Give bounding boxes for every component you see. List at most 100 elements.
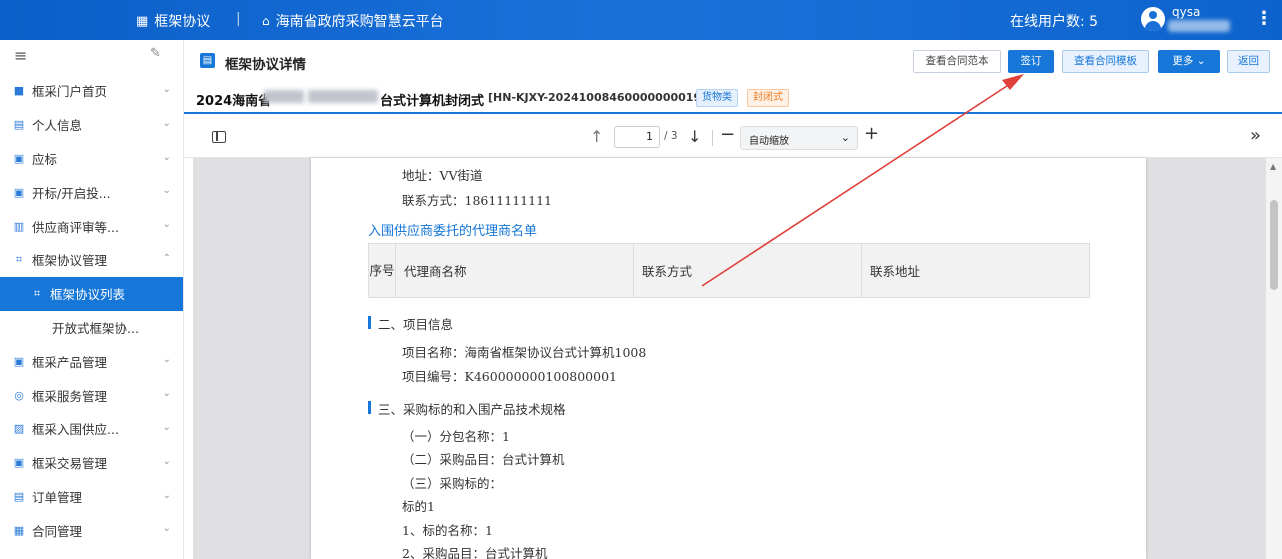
bid-icon: ▣ xyxy=(13,151,25,165)
chevron-down-icon: ⌄ xyxy=(162,117,171,129)
redaction-mask xyxy=(264,90,304,103)
chevron-down-icon: ⌄ xyxy=(840,131,850,144)
zoom-in-icon[interactable]: + xyxy=(864,123,879,144)
pin-icon[interactable]: ✎ xyxy=(150,46,161,61)
username-mask xyxy=(1168,20,1230,32)
chevron-down-icon: ⌄ xyxy=(162,354,171,366)
sidebar-item-label: 合同管理 xyxy=(32,523,83,539)
username[interactable]: qysa xyxy=(1172,5,1200,19)
grid-icon: ■ xyxy=(13,84,25,98)
sidebar-item-bid[interactable]: ▣ 应标 ⌄ xyxy=(0,142,183,176)
zoom-out-icon[interactable]: − xyxy=(720,124,735,145)
chevron-down-icon: ⌄ xyxy=(162,185,171,197)
subject-name: 1、标的名称：1 xyxy=(402,523,493,538)
page-number-input[interactable]: 1 xyxy=(614,126,660,148)
sidebar-item-agreement-list[interactable]: ⌗ 框架协议列表 xyxy=(0,276,183,311)
sidebar-item-shortlisted-suppliers[interactable]: ▨ 框采入围供应... ⌄ xyxy=(0,412,183,446)
type-tag: 封闭式 xyxy=(747,89,789,107)
sidebar-item-product-management[interactable]: ▣ 框采产品管理 ⌄ xyxy=(0,344,183,378)
arrow-up-icon[interactable]: ↑ xyxy=(590,127,603,146)
sidebar-header: ≡ ✎ xyxy=(0,40,183,74)
top-bar: ▦ 框架协议 | ⌂ 海南省政府采购智慧云平台 在线用户数: 5 qysa ⋮ xyxy=(0,0,1282,40)
sidebar-item-label: 框采服务管理 xyxy=(32,388,108,404)
document-icon: ▤ xyxy=(200,53,215,68)
project-title-suffix: 台式计算机封闭式 xyxy=(380,94,485,109)
more-vertical-icon[interactable]: ⋮ xyxy=(1255,9,1273,29)
sidebar-item-label: 框采门户首页 xyxy=(32,84,108,100)
section-marker xyxy=(368,316,371,329)
view-contract-template-button[interactable]: 查看合同模板 xyxy=(1062,50,1149,73)
sidebar-item-label: 个人信息 xyxy=(32,118,83,134)
project-name: 项目名称：海南省框架协议台式计算机1008 xyxy=(402,345,647,360)
sidebar-item-label: 框采产品管理 xyxy=(32,354,108,370)
arrow-down-icon[interactable]: ↓ xyxy=(688,127,701,146)
subject-category: 2、采购品目：台式计算机 xyxy=(402,546,548,559)
apps-grid-icon: ▦ xyxy=(136,13,149,29)
sidebar-item-label: 应标 xyxy=(32,151,58,167)
app-switcher[interactable]: ▦ 框架协议 xyxy=(136,11,210,31)
page-title: 框架协议详情 xyxy=(225,57,306,73)
main-content: ▤ 框架协议详情 查看合同范本 签订 查看合同模板 更多 ⌄ 返回 2024海南… xyxy=(184,40,1282,559)
user-avatar-icon[interactable] xyxy=(1141,7,1165,31)
zoom-value: 自动缩放 xyxy=(749,136,789,147)
vertical-scrollbar[interactable]: ▲ xyxy=(1266,158,1282,559)
supplier-contact: 联系方式：18611111111 xyxy=(402,193,552,208)
chevron-down-icon: ⌄ xyxy=(162,455,171,467)
sidebar-item-open-agreement[interactable]: 开放式框架协... xyxy=(0,311,183,345)
sidebar-item-order-management[interactable]: ▤ 订单管理 ⌄ xyxy=(0,480,183,514)
sidebar-item-trade-management[interactable]: ▣ 框采交易管理 ⌄ xyxy=(0,446,183,480)
view-contract-sample-button[interactable]: 查看合同范本 xyxy=(913,50,1001,73)
back-button[interactable]: 返回 xyxy=(1227,50,1270,73)
order-icon: ▤ xyxy=(13,489,25,503)
service-icon: ◎ xyxy=(14,388,24,402)
chevron-down-icon: ⌄ xyxy=(162,421,171,433)
sidebar: ≡ ✎ ■ 框采门户首页 ⌄ ▤ 个人信息 ⌄ ▣ 应标 ⌄ ▣ 开标/开启投.… xyxy=(0,40,184,559)
procurement-subject: （三）采购标的： xyxy=(402,476,503,491)
sidebar-item-personal-info[interactable]: ▤ 个人信息 ⌄ xyxy=(0,108,183,142)
menu-toggle-icon[interactable]: ≡ xyxy=(14,46,27,65)
package-name: （一）分包名称：1 xyxy=(402,429,510,444)
chevron-down-icon: ⌄ xyxy=(162,84,171,95)
redaction-mask xyxy=(308,90,378,103)
sidebar-item-portal-home[interactable]: ■ 框采门户首页 ⌄ xyxy=(0,74,183,108)
toolbar-divider xyxy=(712,130,713,146)
sidebar-item-contract-management[interactable]: ▦ 合同管理 ⌄ xyxy=(0,513,183,547)
column-header-contact: 联系方式 xyxy=(633,243,862,298)
contract-icon: ▦ xyxy=(13,523,25,537)
agent-list-heading: 入围供应商委托的代理商名单 xyxy=(368,224,538,239)
sidebar-item-bid-opening[interactable]: ▣ 开标/开启投... ⌄ xyxy=(0,175,183,209)
supplier-icon: ▨ xyxy=(13,422,25,436)
sign-button[interactable]: 签订 xyxy=(1008,50,1054,73)
column-header-agent-name: 代理商名称 xyxy=(395,243,634,298)
sidebar-item-label: 开放式框架协... xyxy=(52,320,139,336)
pdf-toolbar: ↑ 1 / 3 ↓ − 自动缩放 ⌄ + » xyxy=(184,122,1282,158)
agreement-list-icon: ⌗ xyxy=(33,286,41,300)
section-procurement-spec: 三、采购标的和入围产品技术规格 xyxy=(378,402,566,417)
column-header-address: 联系地址 xyxy=(861,243,1090,298)
column-header-seq: 序号 xyxy=(368,243,396,298)
table-row: 序号 代理商名称 联系方式 联系地址 xyxy=(368,243,1090,298)
more-dropdown-button[interactable]: 更多 ⌄ xyxy=(1158,50,1220,73)
sidebar-item-supplier-review[interactable]: ▥ 供应商评审等... ⌄ xyxy=(0,209,183,243)
agreement-icon: ⌗ xyxy=(15,252,23,266)
procurement-category: （二）采购品目：台式计算机 xyxy=(402,452,565,467)
scrollbar-thumb[interactable] xyxy=(1270,200,1278,290)
sidebar-toggle-icon[interactable] xyxy=(212,131,226,143)
category-tag: 货物类 xyxy=(696,89,738,107)
sidebar-item-label: 框架协议管理 xyxy=(32,253,108,269)
scroll-up-icon[interactable]: ▲ xyxy=(1270,162,1276,171)
section-project-info: 二、项目信息 xyxy=(378,317,454,332)
chevron-down-icon: ⌄ xyxy=(162,219,171,231)
chevron-down-icon: ⌄ xyxy=(162,523,171,535)
chevron-up-icon: ⌃ xyxy=(162,252,171,264)
chevron-down-icon: ⌄ xyxy=(162,388,171,400)
sidebar-item-agreement-management[interactable]: ⌗ 框架协议管理 ⌃ xyxy=(0,243,183,277)
zoom-select[interactable]: 自动缩放 ⌄ xyxy=(740,126,858,150)
double-chevron-right-icon[interactable]: » xyxy=(1250,125,1261,146)
agent-table: 序号 代理商名称 联系方式 联系地址 xyxy=(368,243,1090,298)
sidebar-item-label: 订单管理 xyxy=(32,489,83,505)
platform-link[interactable]: ⌂ 海南省政府采购智慧云平台 xyxy=(262,11,444,31)
review-icon: ▥ xyxy=(13,219,25,233)
sidebar-item-service-management[interactable]: ◎ 框采服务管理 ⌄ xyxy=(0,378,183,412)
page-header: ▤ 框架协议详情 查看合同范本 签订 查看合同模板 更多 ⌄ 返回 xyxy=(184,40,1282,82)
